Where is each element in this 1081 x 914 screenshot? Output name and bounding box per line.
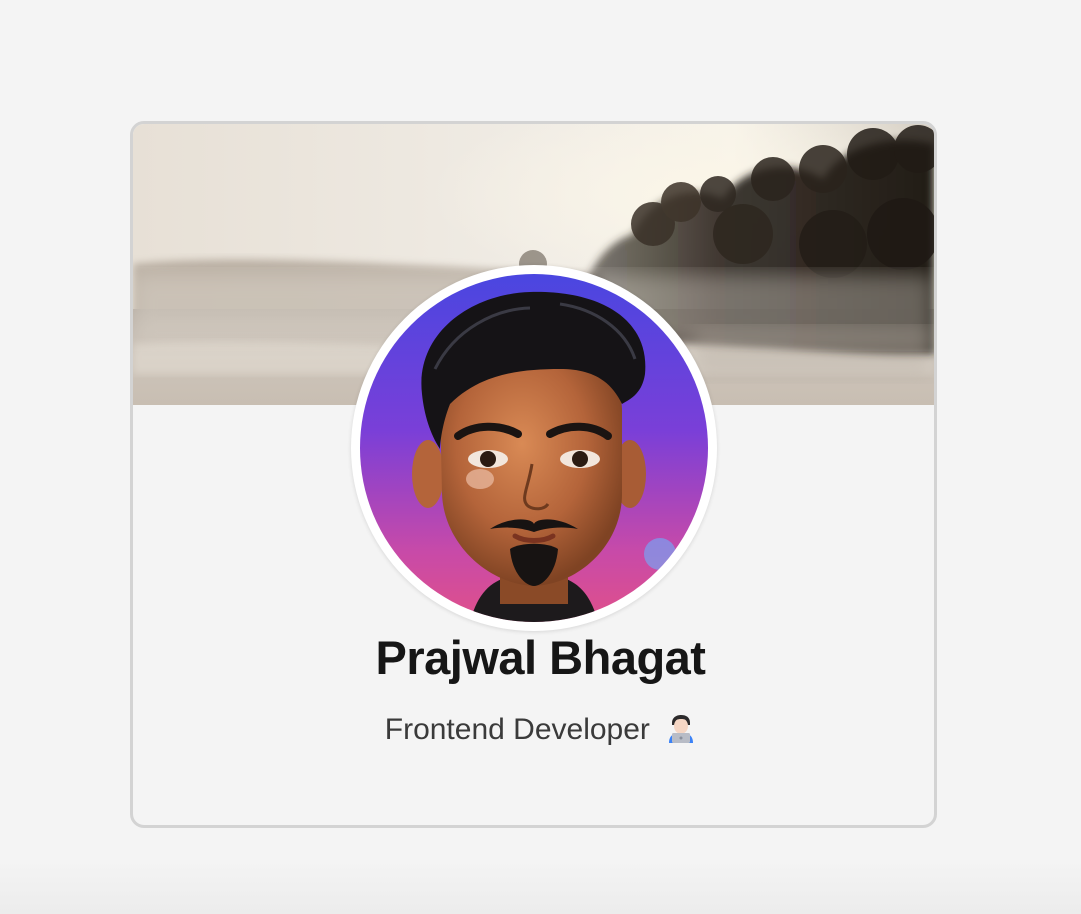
avatar-image [360,274,708,622]
man-technologist-icon [666,713,696,751]
profile-name: Prajwal Bhagat [375,631,706,684]
avatar[interactable] [351,265,717,631]
profile-role: Frontend Developer [0,713,1081,751]
page: Prajwal Bhagat Frontend Developer [0,0,1081,914]
profile-role-text: Frontend Developer [384,713,650,746]
